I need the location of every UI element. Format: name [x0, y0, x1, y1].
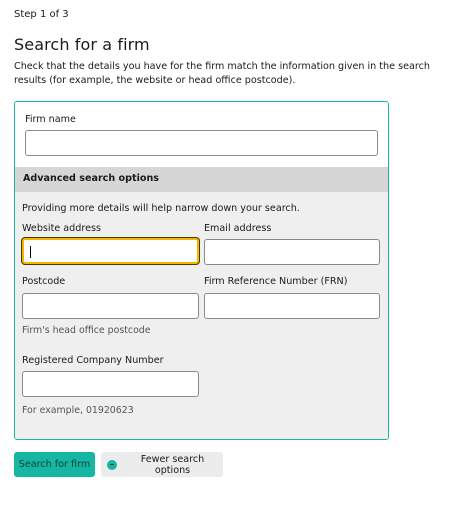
- search-for-firm-button[interactable]: Search for firm: [14, 452, 95, 477]
- firm-name-input[interactable]: [25, 130, 378, 156]
- advanced-options-body: Providing more details will help narrow …: [15, 192, 388, 439]
- website-input[interactable]: [22, 238, 199, 264]
- firm-name-section: Firm name: [15, 102, 388, 168]
- fewer-search-options-label: Fewer search options: [140, 453, 205, 476]
- website-label: Website address: [22, 223, 101, 234]
- search-form-panel: Firm name Advanced search options Provid…: [14, 101, 389, 440]
- advanced-options-title: Advanced search options: [23, 173, 159, 184]
- company-number-label: Registered Company Number: [22, 355, 164, 366]
- minus-circle-icon: [107, 459, 117, 470]
- intro-text: Check that the details you have for the …: [14, 61, 430, 86]
- firm-name-label: Firm name: [25, 114, 76, 125]
- postcode-input[interactable]: [22, 293, 199, 319]
- postcode-label: Postcode: [22, 276, 66, 287]
- step-indicator: Step 1 of 3: [14, 9, 69, 20]
- frn-label: Firm Reference Number (FRN): [204, 276, 348, 287]
- text-caret: [30, 246, 31, 258]
- email-input[interactable]: [204, 239, 380, 265]
- postcode-hint: Firm's head office postcode: [22, 325, 151, 336]
- email-label: Email address: [204, 223, 272, 234]
- company-number-input[interactable]: [22, 371, 199, 397]
- company-number-hint: For example, 01920623: [22, 405, 134, 416]
- page-title: Search for a firm: [14, 35, 150, 54]
- advanced-options-intro: Providing more details will help narrow …: [22, 203, 300, 214]
- frn-input[interactable]: [204, 293, 380, 319]
- fewer-search-options-button[interactable]: Fewer search options: [101, 452, 223, 477]
- advanced-options-header: Advanced search options: [15, 167, 388, 192]
